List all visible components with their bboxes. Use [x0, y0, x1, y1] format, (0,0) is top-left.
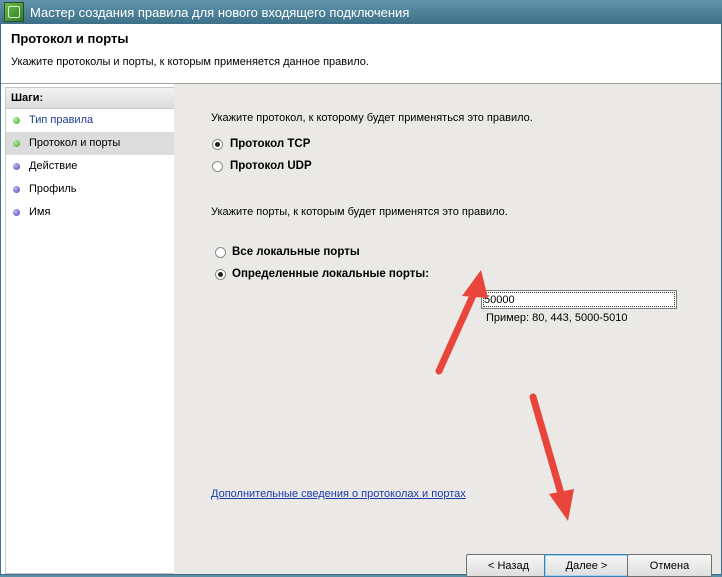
all-ports-radio[interactable]	[215, 247, 226, 258]
main-content: Укажите протокол, к которому будет приме…	[174, 84, 721, 577]
steps-header: Шаги:	[6, 88, 174, 109]
step-label: Протокол и порты	[29, 137, 121, 149]
steps-panel: Шаги: Тип правила Протокол и порты Дейст…	[5, 87, 175, 574]
step-label: Действие	[29, 160, 78, 172]
step-label: Имя	[29, 206, 51, 218]
ports-input[interactable]	[481, 290, 677, 309]
step-profile[interactable]: Профиль	[6, 178, 174, 201]
step-action[interactable]: Действие	[6, 155, 174, 178]
step-pending-icon	[13, 163, 20, 170]
step-rule-type[interactable]: Тип правила	[6, 109, 174, 132]
tcp-radio[interactable]	[212, 139, 223, 150]
ports-prompt: Укажите порты, к которым будет применятс…	[211, 206, 508, 218]
ports-example: Пример: 80, 443, 5000-5010	[486, 312, 628, 324]
step-protocol-ports[interactable]: Протокол и порты	[6, 132, 174, 155]
more-info-link[interactable]: Дополнительные сведения о протоколах и п…	[211, 488, 466, 500]
step-pending-icon	[13, 186, 20, 193]
step-done-icon	[13, 117, 20, 124]
specific-ports-radio[interactable]	[215, 269, 226, 280]
page-title: Протокол и порты	[11, 31, 129, 46]
udp-radio[interactable]	[212, 161, 223, 172]
step-pending-icon	[13, 209, 20, 216]
udp-label[interactable]: Протокол UDP	[230, 160, 312, 172]
wizard-header: Протокол и порты Укажите протоколы и пор…	[1, 24, 721, 84]
protocol-prompt: Укажите протокол, к которому будет приме…	[211, 112, 533, 124]
step-label: Профиль	[29, 183, 77, 195]
all-ports-label[interactable]: Все локальные порты	[232, 246, 360, 258]
specific-ports-label[interactable]: Определенные локальные порты:	[232, 268, 429, 280]
step-name[interactable]: Имя	[6, 201, 174, 224]
tcp-label[interactable]: Протокол TCP	[230, 138, 310, 150]
title-bar: Мастер создания правила для нового входя…	[0, 0, 722, 24]
wizard-window: Протокол и порты Укажите протоколы и пор…	[0, 24, 722, 577]
back-button[interactable]: < Назад	[466, 554, 551, 577]
window-title: Мастер создания правила для нового входя…	[30, 4, 410, 20]
firewall-icon	[4, 2, 24, 22]
step-current-icon	[13, 140, 20, 147]
next-button[interactable]: Далее >	[544, 554, 629, 577]
cancel-button[interactable]: Отмена	[627, 554, 712, 577]
step-label: Тип правила	[29, 114, 94, 126]
page-subtitle: Укажите протоколы и порты, к которым при…	[11, 56, 369, 68]
